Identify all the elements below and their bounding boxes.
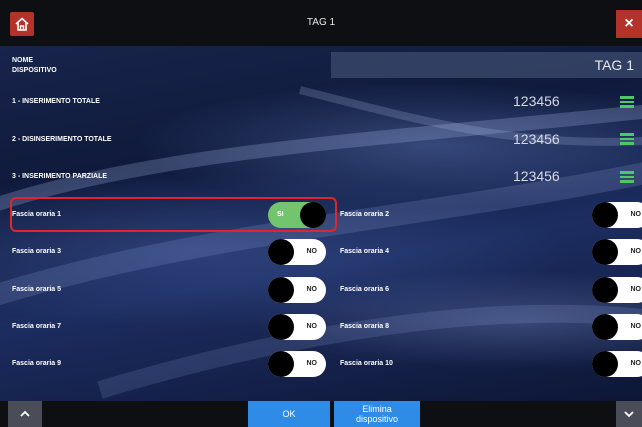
- slot-label-8: Fascia oraria 8: [340, 323, 390, 330]
- ok-button[interactable]: OK: [248, 401, 330, 427]
- delete-label-line1: Elimina: [362, 404, 392, 414]
- toggle-knob: [592, 239, 618, 265]
- toggle-state: NO: [306, 323, 318, 330]
- slot-toggle-4[interactable]: NO: [592, 239, 642, 265]
- device-name-field[interactable]: TAG 1: [331, 52, 642, 78]
- slot-toggle-7[interactable]: NO: [268, 314, 326, 340]
- toggle-knob: [268, 314, 294, 340]
- toggle-state: NO: [306, 286, 318, 293]
- slot-label-2: Fascia oraria 2: [340, 211, 390, 218]
- top-bar: TAG 1 ×: [0, 0, 642, 46]
- device-name-label-line2: DISPOSITIVO: [12, 67, 57, 74]
- toggle-state: NO: [630, 211, 642, 218]
- toggle-knob: [592, 351, 618, 377]
- highlight-frame: [10, 197, 337, 232]
- slot-toggle-6[interactable]: NO: [592, 277, 642, 303]
- delete-device-button[interactable]: Elimina dispositivo: [334, 401, 420, 427]
- code-label-inserimento-totale: 1 - INSERIMENTO TOTALE: [12, 98, 100, 105]
- slot-label-7: Fascia oraria 7: [12, 323, 62, 330]
- code-label-inserimento-parziale: 3 - INSERIMENTO PARZIALE: [12, 173, 108, 180]
- chevron-up-icon: [20, 410, 30, 417]
- slot-label-9: Fascia oraria 9: [12, 360, 62, 367]
- slot-toggle-8[interactable]: NO: [592, 314, 642, 340]
- close-icon: ×: [624, 15, 634, 32]
- toggle-state: NO: [630, 360, 642, 367]
- bottom-bar: OK Elimina dispositivo: [0, 401, 642, 427]
- toggle-state: NO: [630, 286, 642, 293]
- chevron-down-icon: [624, 411, 634, 418]
- slot-toggle-5[interactable]: NO: [268, 277, 326, 303]
- code-value-inserimento-totale: 123456: [513, 93, 560, 109]
- slot-toggle-2[interactable]: NO: [592, 202, 642, 228]
- toggle-knob: [268, 239, 294, 265]
- toggle-knob: [268, 351, 294, 377]
- scroll-down-button[interactable]: [616, 401, 642, 427]
- menu-icon[interactable]: [620, 133, 634, 145]
- page-title: TAG 1: [306, 17, 336, 28]
- code-label-disinserimento-totale: 2 - DISINSERIMENTO TOTALE: [12, 136, 112, 143]
- toggle-state: NO: [306, 248, 318, 255]
- slot-toggle-3[interactable]: NO: [268, 239, 326, 265]
- toggle-state: NO: [630, 248, 642, 255]
- code-value-disinserimento-totale: 123456: [513, 131, 560, 147]
- toggle-knob: [592, 277, 618, 303]
- device-name-label-line1: NOME: [12, 57, 33, 64]
- toggle-state: NO: [306, 360, 318, 367]
- toggle-knob: [592, 314, 618, 340]
- scroll-up-button[interactable]: [8, 401, 42, 427]
- slot-label-5: Fascia oraria 5: [12, 286, 62, 293]
- menu-icon[interactable]: [620, 96, 634, 108]
- code-value-inserimento-parziale: 123456: [513, 168, 560, 184]
- slot-label-6: Fascia oraria 6: [340, 286, 390, 293]
- slot-toggle-10[interactable]: NO: [592, 351, 642, 377]
- slot-label-10: Fascia oraria 10: [340, 360, 393, 367]
- device-name-label: NOME DISPOSITIVO: [12, 56, 92, 76]
- toggle-knob: [592, 202, 618, 228]
- close-button[interactable]: ×: [616, 10, 642, 38]
- slot-label-4: Fascia oraria 4: [340, 248, 390, 255]
- device-name-value: TAG 1: [594, 57, 634, 73]
- slot-toggle-9[interactable]: NO: [268, 351, 326, 377]
- toggle-state: NO: [630, 323, 642, 330]
- toggle-knob: [268, 277, 294, 303]
- slot-label-3: Fascia oraria 3: [12, 248, 62, 255]
- delete-label-line2: dispositivo: [355, 414, 399, 424]
- menu-icon[interactable]: [620, 171, 634, 183]
